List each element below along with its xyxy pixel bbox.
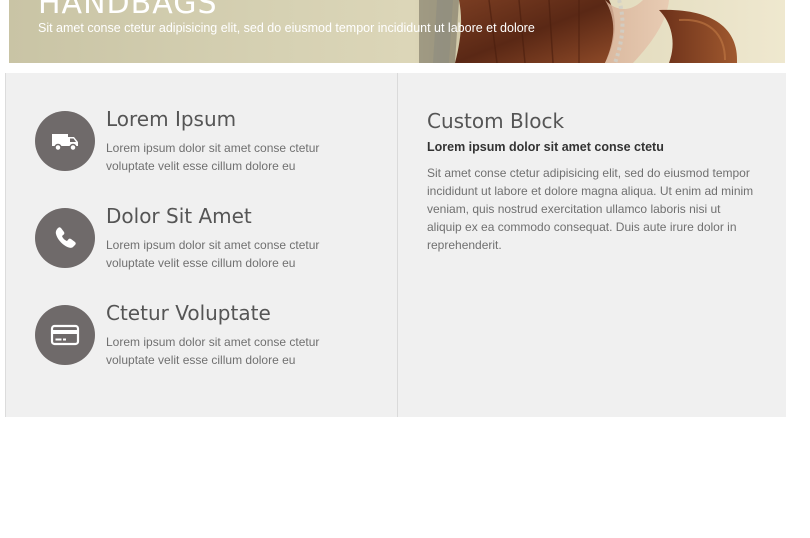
custom-block-lead: Lorem ipsum dolor sit amet conse ctetu: [427, 140, 664, 154]
credit-card-icon: [50, 324, 80, 346]
feature-icon-circle: [35, 111, 95, 171]
feature-title: Lorem Ipsum: [106, 107, 237, 131]
column-divider: [397, 73, 398, 417]
phone-icon: [55, 227, 76, 248]
custom-block-title: Custom Block: [427, 109, 565, 133]
banner-title: HANDBAGS: [38, 0, 218, 21]
feature-icon-circle: [35, 208, 95, 268]
truck-icon: [52, 134, 78, 152]
feature-icon-circle: [35, 305, 95, 365]
custom-block-body: Sit amet conse ctetur adipisicing elit, …: [427, 166, 754, 252]
page: HANDBAGS Sit amet conse ctetur adipisici…: [0, 0, 810, 538]
feature-item[interactable]: Dolor Sit Amet Lorem ipsum dolor sit ame…: [6, 204, 396, 278]
feature-text: Lorem ipsum dolor sit amet conse ctetur …: [106, 335, 320, 367]
handbags-banner[interactable]: HANDBAGS Sit amet conse ctetur adipisici…: [9, 0, 785, 63]
custom-block: Custom Block Lorem ipsum dolor sit amet …: [427, 109, 757, 254]
banner-subtitle: Sit amet conse ctetur adipisicing elit, …: [38, 21, 535, 35]
feature-title: Ctetur Voluptate: [106, 301, 271, 325]
content-panel: Lorem Ipsum Lorem ipsum dolor sit amet c…: [5, 73, 786, 417]
feature-text: Lorem ipsum dolor sit amet conse ctetur …: [106, 141, 320, 173]
feature-text: Lorem ipsum dolor sit amet conse ctetur …: [106, 238, 320, 270]
feature-title: Dolor Sit Amet: [106, 204, 252, 228]
feature-item[interactable]: Lorem Ipsum Lorem ipsum dolor sit amet c…: [6, 107, 396, 181]
feature-item[interactable]: Ctetur Voluptate Lorem ipsum dolor sit a…: [6, 301, 396, 375]
